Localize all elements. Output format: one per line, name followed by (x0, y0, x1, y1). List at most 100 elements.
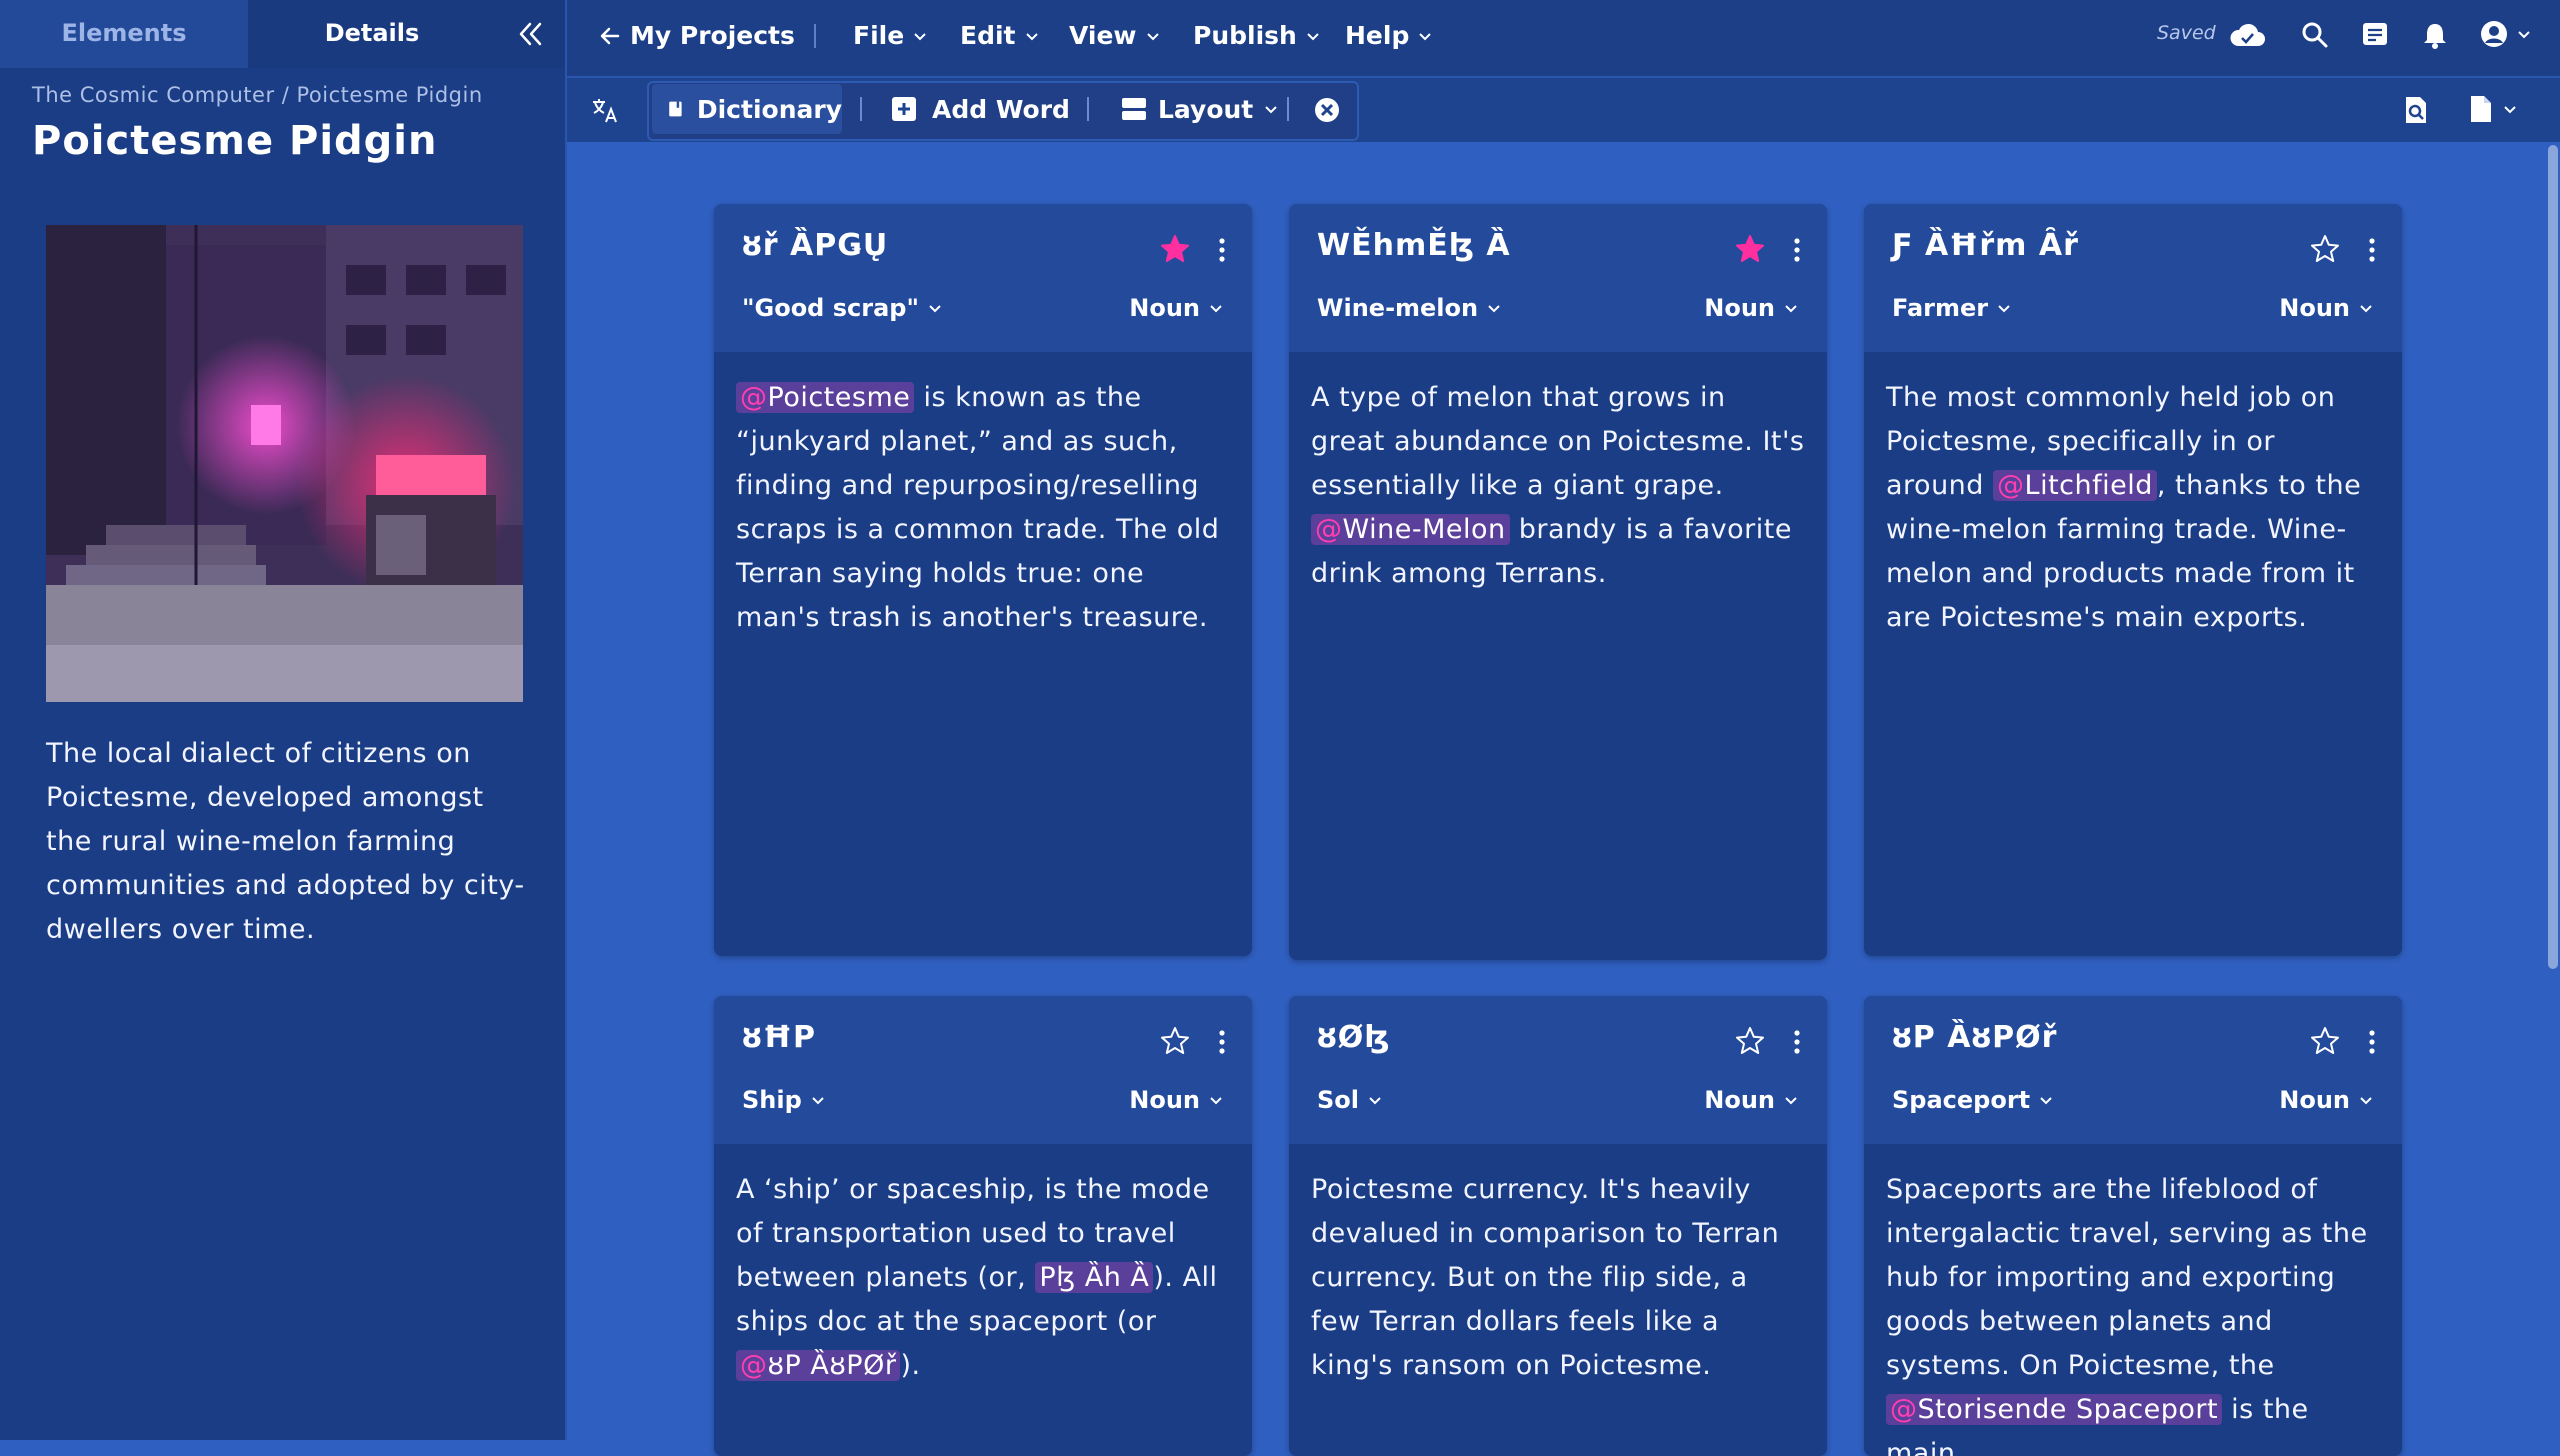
star-icon[interactable] (2310, 234, 2340, 264)
plus-box-icon (892, 97, 916, 121)
mention-link[interactable]: @Storisende Spaceport (1886, 1394, 2223, 1425)
kebab-icon[interactable] (1791, 1028, 1803, 1056)
word-term: ȣØɮ (1317, 1020, 1391, 1055)
chevron-down-icon (2518, 31, 2530, 39)
kebab-icon[interactable] (2366, 236, 2378, 264)
word-term: Ƒ ȀĦřm Ȃř (1892, 228, 2079, 263)
menu-edit[interactable]: Edit (960, 0, 1040, 72)
tab-elements[interactable]: Elements (0, 0, 248, 68)
star-icon[interactable] (2310, 1026, 2340, 1056)
translation-dropdown[interactable]: "Good scrap" (742, 294, 943, 322)
mention-link[interactable]: @Poictesme (736, 382, 915, 413)
chevron-down-icon (1307, 33, 1319, 41)
word-definition[interactable]: @Poictesme is known as the “junkyard pla… (714, 352, 1252, 640)
word-card-body: A ‘ship’ or spaceship, is the mode of tr… (714, 1144, 1252, 1388)
chevron-down-icon (1419, 33, 1432, 41)
add-word-button[interactable]: Add Word (890, 84, 1070, 134)
menu-file[interactable]: File (853, 0, 928, 72)
word-definition[interactable]: Spaceports are the lifeblood of intergal… (1864, 1144, 2402, 1456)
menu-publish[interactable]: Publish (1193, 0, 1321, 72)
word-definition[interactable]: Poictesme currency. It's heavily devalue… (1289, 1144, 1827, 1388)
chevron-down-icon (914, 33, 926, 41)
menu-view[interactable]: View (1069, 0, 1161, 72)
part-of-speech-dropdown[interactable]: Noun (1704, 1086, 1799, 1114)
search-icon[interactable] (2300, 20, 2330, 50)
layout-dropdown[interactable]: Layout (1120, 84, 1279, 134)
mention-link[interactable]: @ȣP ȀȣPØř (736, 1350, 901, 1381)
export-dropdown[interactable] (2468, 94, 2518, 124)
menu-help[interactable]: Help (1345, 0, 1433, 72)
menu-divider (814, 24, 816, 48)
close-circle-icon[interactable] (1313, 96, 1341, 124)
word-definition[interactable]: A type of melon that grows in great abun… (1289, 352, 1827, 596)
saved-status: Saved (2157, 22, 2216, 44)
word-definition[interactable]: A ‘ship’ or spaceship, is the mode of tr… (714, 1144, 1252, 1388)
layout-icon (1122, 98, 1146, 120)
conlang-mention[interactable]: Pɮ Ȁh Ȁ (1035, 1262, 1154, 1293)
scrollbar[interactable] (2548, 145, 2558, 969)
breadcrumb[interactable]: The Cosmic Computer / Poictesme Pidgin (32, 83, 483, 107)
kebab-icon[interactable] (1216, 236, 1228, 264)
bell-icon[interactable] (2420, 20, 2450, 50)
word-card-header: ȣØɮ Sol Noun (1289, 996, 1827, 1144)
word-card-body: The most commonly held job on Poictesme,… (1864, 352, 2402, 640)
translation-dropdown[interactable]: Wine-melon (1317, 294, 1502, 322)
menu-publish-label: Publish (1193, 21, 1297, 50)
collapse-sidebar-button[interactable] (512, 16, 548, 52)
word-card[interactable]: ȣř ȀPǤŲ "Good scrap" Noun @Poictesme is kno… (714, 204, 1252, 956)
account-icon (2481, 21, 2507, 47)
kebab-icon[interactable] (2366, 1028, 2378, 1056)
translate-icon[interactable] (590, 95, 620, 125)
word-card-header: ȣř ȀPǤŲ "Good scrap" Noun (714, 204, 1252, 352)
definition-text: is known as the “junkyard planet,” and a… (736, 382, 1220, 633)
word-card[interactable]: WĚhmĚɮ Ȁ Wine-melon Noun A type of melon th… (1289, 204, 1827, 960)
word-card[interactable]: ȣØɮ Sol Noun Poictesme currency. It's heavi… (1289, 996, 1827, 1456)
part-of-speech-dropdown[interactable]: Noun (1704, 294, 1799, 322)
word-card[interactable]: ȣP ȀȣPØř Spaceport Noun Spaceports are the … (1864, 996, 2402, 1456)
translation-dropdown[interactable]: Farmer (1892, 294, 2012, 322)
word-card[interactable]: Ƒ ȀĦřm Ȃř Farmer Noun The most commonly hel… (1864, 204, 2402, 956)
definition-text: Spaceports are the lifeblood of intergal… (1886, 1174, 2368, 1381)
part-of-speech-dropdown[interactable]: Noun (1129, 294, 1224, 322)
word-card[interactable]: ȣĦP Ship Noun A ‘ship’ or spaceship, is the… (714, 996, 1252, 1456)
my-projects-link[interactable]: My Projects (598, 0, 795, 72)
star-icon[interactable] (1160, 1026, 1190, 1056)
kebab-icon[interactable] (1216, 1028, 1228, 1056)
sidebar: Elements Details The Cosmic Computer / P… (0, 0, 567, 1440)
account-menu[interactable] (2478, 18, 2532, 50)
toolbar-divider (1087, 97, 1089, 121)
mention-link[interactable]: @Wine-Melon (1311, 514, 1510, 545)
notes-icon[interactable] (2360, 20, 2390, 50)
tab-details[interactable]: Details (248, 0, 496, 68)
preview-icon[interactable] (2402, 95, 2430, 125)
mention-label: Litchfield (2024, 470, 2153, 501)
definition-text: ). (900, 1350, 921, 1381)
mention-at-symbol: @ (1890, 1394, 1918, 1425)
menu-view-label: View (1069, 21, 1137, 50)
star-icon[interactable] (1735, 234, 1765, 264)
translation-dropdown[interactable]: Sol (1317, 1086, 1383, 1114)
word-definition[interactable]: The most commonly held job on Poictesme,… (1864, 352, 2402, 640)
chevron-down-icon (1025, 33, 1038, 41)
menu-help-label: Help (1345, 21, 1410, 50)
toolbar-divider (860, 97, 862, 121)
translation-dropdown[interactable]: Ship (742, 1086, 826, 1114)
definition-text: A type of melon that grows in great abun… (1311, 382, 1805, 501)
dictionary-label: Dictionary (696, 94, 842, 124)
toolbar-divider (1287, 97, 1289, 121)
translation-dropdown[interactable]: Spaceport (1892, 1086, 2054, 1114)
star-icon[interactable] (1160, 234, 1190, 264)
part-of-speech-dropdown[interactable]: Noun (1129, 1086, 1224, 1114)
part-of-speech-dropdown[interactable]: Noun (2279, 1086, 2374, 1114)
dictionary-button[interactable]: Dictionary (652, 84, 842, 134)
cloud-check-icon (2230, 23, 2265, 46)
mention-link[interactable]: @Litchfield (1993, 470, 2157, 501)
word-card-body: Poictesme currency. It's heavily devalue… (1289, 1144, 1827, 1388)
project-description: The local dialect of citizens on Poictes… (46, 738, 525, 945)
mention-at-symbol: @ (1997, 470, 2025, 501)
star-icon[interactable] (1735, 1026, 1765, 1056)
word-term: ȣř ȀPǤŲ (742, 228, 889, 263)
part-of-speech-label: Noun (1129, 1086, 1200, 1114)
part-of-speech-dropdown[interactable]: Noun (2279, 294, 2374, 322)
kebab-icon[interactable] (1791, 236, 1803, 264)
